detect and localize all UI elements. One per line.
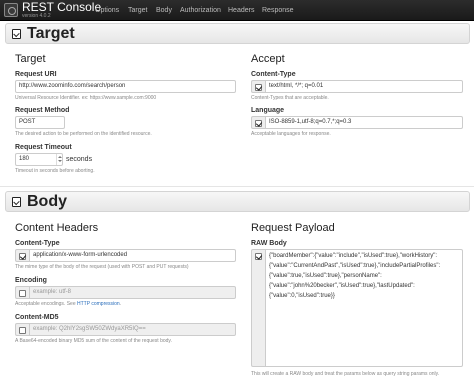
accept-content-type-label: Content-Type bbox=[251, 71, 296, 78]
request-timeout-help: Timeout in seconds before aborting. bbox=[15, 168, 95, 174]
request-uri-input[interactable]: http://www.zoominfo.com/search/person bbox=[15, 80, 236, 93]
raw-body-toggle[interactable] bbox=[251, 249, 265, 367]
nav-target[interactable]: Target bbox=[128, 6, 147, 15]
body-content-type-help: The mime type of the body of the request… bbox=[15, 264, 189, 270]
request-uri-label: Request URI bbox=[15, 71, 57, 78]
request-method-label: Request Method bbox=[15, 107, 70, 114]
encoding-input[interactable]: example: utf-8 bbox=[29, 286, 236, 299]
accept-language-input[interactable]: ISO-8859-1,utf-8;q=0.7,*;q=0.3 bbox=[265, 116, 463, 129]
body-content-type-toggle[interactable] bbox=[15, 249, 29, 262]
pin-checkbox-icon[interactable] bbox=[12, 197, 21, 207]
accept-language-toggle[interactable] bbox=[251, 116, 265, 129]
body-content-type-label: Content-Type bbox=[15, 240, 60, 247]
target-section-header: Target bbox=[5, 23, 470, 44]
body-section-header: Body bbox=[5, 191, 470, 212]
checkbox-unchecked-icon[interactable] bbox=[19, 290, 26, 297]
content-md5-toggle[interactable] bbox=[15, 323, 29, 336]
nav-response[interactable]: Response bbox=[262, 6, 294, 15]
body-section-title: Body bbox=[27, 193, 67, 210]
app-version: version 4.0.2 bbox=[22, 13, 51, 19]
content-md5-help: A Base64-encoded binary MD5 sum of the c… bbox=[15, 338, 172, 344]
target-panel-title: Target bbox=[15, 53, 46, 65]
accept-language-label: Language bbox=[251, 107, 285, 114]
encoding-help-text: Acceptable encodings. See bbox=[15, 301, 77, 307]
pin-checkbox-icon[interactable] bbox=[12, 29, 21, 39]
content-md5-label: Content-MD5 bbox=[15, 314, 59, 321]
nav-authorization[interactable]: Authorization bbox=[180, 6, 221, 15]
accept-content-type-input[interactable]: text/html, */*; q=0.01 bbox=[265, 80, 463, 93]
timeout-spinner-icon[interactable] bbox=[56, 154, 62, 165]
accept-language-help: Acceptable languages for response. bbox=[251, 131, 331, 137]
nav-headers[interactable]: Headers bbox=[228, 6, 254, 15]
request-timeout-input[interactable]: 180 bbox=[15, 153, 63, 166]
request-payload-panel-title: Request Payload bbox=[251, 222, 335, 234]
checkbox-checked-icon[interactable] bbox=[255, 84, 262, 91]
section-divider bbox=[0, 186, 474, 187]
checkbox-checked-icon[interactable] bbox=[255, 253, 262, 260]
accept-content-type-help: Content-Types that are acceptable. bbox=[251, 95, 329, 101]
raw-body-textarea[interactable]: {"boardMember":{"value":"include","isUse… bbox=[265, 249, 463, 367]
encoding-help-suffix: . bbox=[119, 301, 122, 307]
top-navbar: REST Console version 4.0.2 Options Targe… bbox=[0, 0, 474, 21]
request-timeout-label: Request Timeout bbox=[15, 144, 72, 151]
encoding-help: Acceptable encodings. See HTTP compressi… bbox=[15, 301, 121, 307]
checkbox-unchecked-icon[interactable] bbox=[19, 327, 26, 334]
raw-body-label: RAW Body bbox=[251, 240, 287, 247]
checkbox-checked-icon[interactable] bbox=[255, 120, 262, 127]
nav-body[interactable]: Body bbox=[156, 6, 172, 15]
nav-options[interactable]: Options bbox=[95, 6, 119, 15]
app-logo-icon bbox=[4, 3, 18, 17]
request-timeout-value: 180 bbox=[19, 156, 30, 162]
request-method-help: The desired action to be performed on th… bbox=[15, 131, 152, 137]
checkbox-checked-icon[interactable] bbox=[19, 253, 26, 260]
app-title[interactable]: REST Console bbox=[22, 1, 101, 13]
accept-panel-title: Accept bbox=[251, 53, 285, 65]
request-method-input[interactable]: POST bbox=[15, 116, 65, 129]
content-md5-input[interactable]: example: Q2hlY2sgSW50ZWdyaXR5IQ== bbox=[29, 323, 236, 336]
http-compression-link[interactable]: HTTP compression bbox=[77, 301, 120, 307]
request-uri-help: Universal Resource Identifier. ex: https… bbox=[15, 95, 157, 101]
encoding-label: Encoding bbox=[15, 277, 47, 284]
target-section-title: Target bbox=[27, 25, 75, 42]
accept-content-type-toggle[interactable] bbox=[251, 80, 265, 93]
encoding-toggle[interactable] bbox=[15, 286, 29, 299]
content-headers-panel-title: Content Headers bbox=[15, 222, 99, 234]
request-timeout-unit: seconds bbox=[66, 156, 93, 163]
body-content-type-input[interactable]: application/x-www-form-urlencoded bbox=[29, 249, 236, 262]
raw-body-help: This will create a RAW body and treat th… bbox=[251, 371, 440, 377]
